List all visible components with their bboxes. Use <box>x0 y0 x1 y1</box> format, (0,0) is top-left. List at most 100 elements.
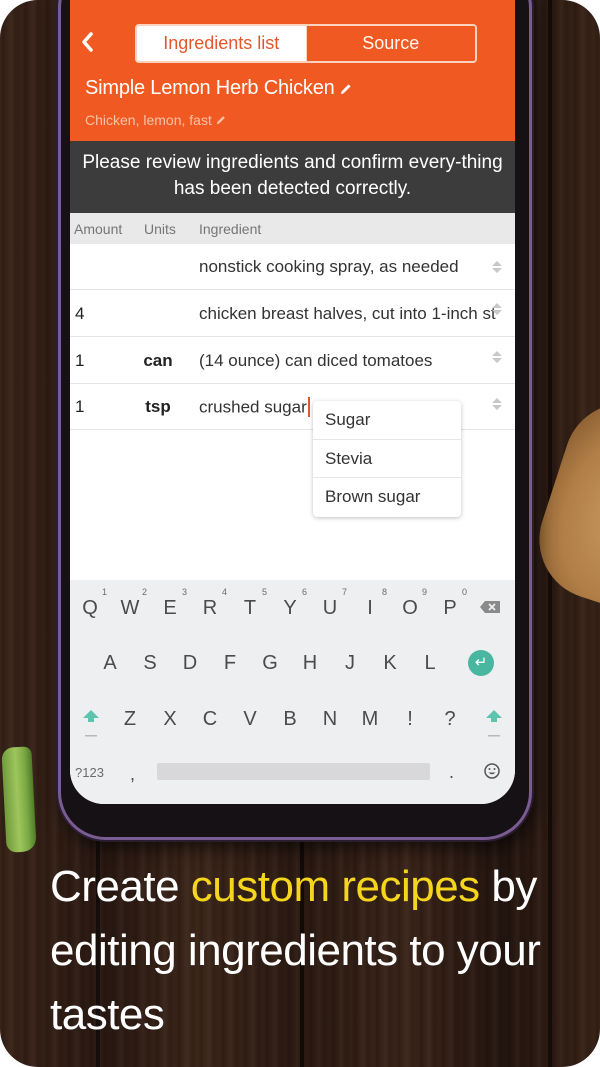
key-label: O <box>402 597 418 619</box>
suggestion-item[interactable]: Stevia <box>313 440 461 479</box>
wooden-spoon-decoration <box>523 387 600 613</box>
amount-cell[interactable]: 1 <box>75 351 84 371</box>
key[interactable]: T5 <box>235 587 267 620</box>
shift-key-icon[interactable] <box>485 708 503 738</box>
ingredient-cell[interactable]: nonstick cooking spray, as needed <box>199 257 499 277</box>
back-button[interactable] <box>80 28 104 56</box>
promo-background: Ingredients list Source Simple Lemon Her… <box>0 0 600 1067</box>
key[interactable]: A <box>95 652 125 675</box>
key-label: W <box>120 597 140 619</box>
key-label: C <box>202 708 218 730</box>
key[interactable]: U7 <box>315 587 347 620</box>
key[interactable]: N <box>315 708 345 731</box>
key[interactable]: L <box>415 652 445 675</box>
key[interactable]: ! <box>395 708 425 731</box>
suggestion-item[interactable]: Sugar <box>313 401 461 440</box>
key[interactable]: I8 <box>355 587 387 620</box>
drag-handle-icon[interactable] <box>491 260 503 274</box>
key-hint: 6 <box>301 587 307 597</box>
key-hint: 9 <box>421 587 427 597</box>
key[interactable]: H <box>295 652 325 675</box>
enter-icon: ↵ <box>474 654 488 671</box>
key-label: I <box>367 597 373 619</box>
review-notice: Please review ingredients and confirm ev… <box>70 141 515 213</box>
period-key[interactable]: . <box>449 762 454 783</box>
key-label: T <box>243 597 257 619</box>
key-label: V <box>243 708 257 730</box>
comma-key[interactable]: , <box>130 764 135 785</box>
promo-caption: Create custom recipes by editing ingredi… <box>50 855 590 1047</box>
key[interactable]: F <box>215 652 245 675</box>
key-label: F <box>223 652 237 674</box>
key-hint: 7 <box>341 587 347 597</box>
spacebar[interactable] <box>157 763 430 780</box>
recipe-title-text: Simple Lemon Herb Chicken <box>85 77 335 99</box>
ingredient-cell[interactable]: (14 ounce) can diced tomatoes <box>199 351 499 371</box>
enter-key[interactable]: ↵ <box>468 650 494 676</box>
key[interactable]: D <box>175 652 205 675</box>
table-row[interactable]: 4 chicken breast halves, cut into 1-inch… <box>70 291 515 337</box>
key[interactable]: M <box>355 708 385 731</box>
drag-handle-icon[interactable] <box>491 397 503 411</box>
key-label: A <box>103 652 117 674</box>
drag-handle-icon[interactable] <box>491 350 503 364</box>
units-cell[interactable]: can <box>136 351 180 371</box>
key[interactable]: E3 <box>155 587 187 620</box>
key[interactable]: P0 <box>435 587 467 620</box>
key[interactable]: G <box>255 652 285 675</box>
emoji-key-icon[interactable] <box>484 763 500 779</box>
key-label: H <box>302 652 318 674</box>
symbols-key[interactable]: ?123 <box>75 765 104 780</box>
text-cursor <box>307 397 310 417</box>
pencil-icon[interactable] <box>340 83 352 95</box>
key-label: Z <box>123 708 137 730</box>
key[interactable]: ? <box>435 708 465 731</box>
amount-cell[interactable]: 4 <box>75 304 84 324</box>
key[interactable]: C <box>195 708 225 731</box>
app-screen: Ingredients list Source Simple Lemon Her… <box>70 0 515 804</box>
column-amount: Amount <box>74 221 123 237</box>
key-hint: 8 <box>381 587 387 597</box>
key-label: N <box>322 708 338 730</box>
column-ingredient: Ingredient <box>199 221 262 237</box>
drag-handle-icon[interactable] <box>491 302 503 316</box>
key[interactable]: S <box>135 652 165 675</box>
key-label: S <box>143 652 157 674</box>
key[interactable]: W2 <box>115 587 147 620</box>
on-screen-keyboard: Q1W2E3R4T5Y6U7I8O9P0 ASDFGHJKL Z X C V B N M!?… <box>70 580 515 804</box>
shift-key-icon[interactable] <box>82 708 100 738</box>
table-row[interactable]: 1 can (14 ounce) can diced tomatoes <box>70 338 515 384</box>
caption-highlight: custom recipes <box>190 862 480 911</box>
key[interactable]: B <box>275 708 305 731</box>
backspace-key-icon[interactable] <box>480 601 500 613</box>
key[interactable]: Q1 <box>75 587 107 620</box>
key[interactable]: J <box>335 652 365 675</box>
recipe-tags[interactable]: Chicken, lemon, fast <box>85 112 226 128</box>
units-cell[interactable]: tsp <box>136 397 180 417</box>
key-label: M <box>361 708 379 730</box>
table-row[interactable]: nonstick cooking spray, as needed <box>70 244 515 290</box>
ingredient-cell[interactable]: chicken breast halves, cut into 1-inch s… <box>199 304 499 324</box>
amount-cell[interactable]: 1 <box>75 397 84 417</box>
key-hint: 1 <box>101 587 107 597</box>
key-label: ? <box>444 708 456 730</box>
tab-source[interactable]: Source <box>305 26 475 61</box>
key-label: R <box>202 597 218 619</box>
key-hint: 4 <box>221 587 227 597</box>
app-header: Ingredients list Source Simple Lemon Her… <box>70 0 515 141</box>
key[interactable]: O9 <box>395 587 427 620</box>
key-label: K <box>383 652 397 674</box>
key[interactable]: V <box>235 708 265 731</box>
suggestion-item[interactable]: Brown sugar <box>313 478 461 517</box>
key[interactable]: K <box>375 652 405 675</box>
key[interactable]: Y6 <box>275 587 307 620</box>
caption-text: Create <box>50 862 191 911</box>
recipe-title[interactable]: Simple Lemon Herb Chicken <box>85 77 352 100</box>
pencil-icon[interactable] <box>216 115 226 125</box>
key[interactable]: R4 <box>195 587 227 620</box>
tab-ingredients-list[interactable]: Ingredients list <box>137 26 306 61</box>
key[interactable]: Z <box>115 708 145 731</box>
key-label: Q <box>82 597 98 619</box>
autocomplete-dropdown: Sugar Stevia Brown sugar <box>313 401 461 517</box>
key[interactable]: X <box>155 708 185 731</box>
